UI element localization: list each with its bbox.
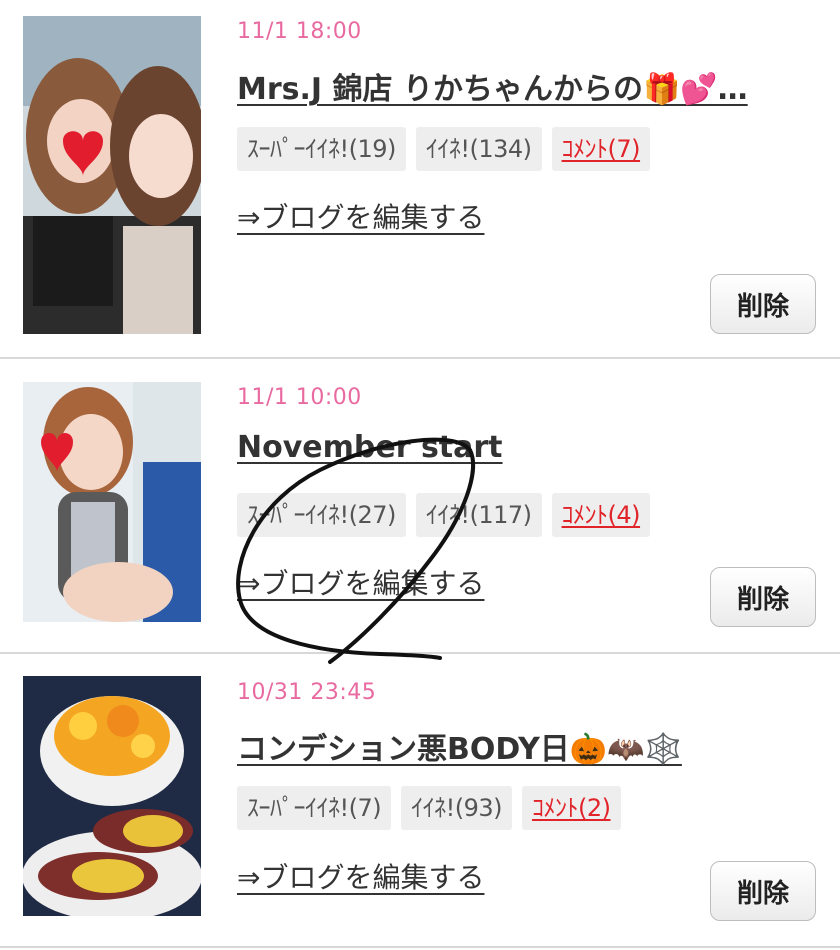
super-like-count: ｽｰﾊﾟｰｲｲﾈ!(7) [237,786,392,830]
comment-link[interactable]: ｺﾒﾝﾄ(7) [551,127,651,171]
post-title[interactable]: コンデション悪BODY日🎃🦇🕸️ [237,724,807,768]
delete-button[interactable]: 削除 [710,567,816,627]
post-title[interactable]: Mrs.J 錦店 りかちゃんからの🎁💕… [237,64,807,108]
post-date: 11/1 18:00 [237,19,362,44]
comment-link[interactable]: ｺﾒﾝﾄ(2) [522,786,621,830]
like-count: ｲｲﾈ!(117) [415,493,542,537]
post-thumbnail[interactable] [23,382,201,622]
edit-blog-link[interactable]: ⇒ブログを編集する [237,856,484,896]
blog-entry: 11/1 10:00 November start ｽｰﾊﾟｰｲｲﾈ!(27) … [0,359,840,654]
edit-blog-link[interactable]: ⇒ブログを編集する [237,562,484,602]
blog-entry: 10/31 23:45 コンデション悪BODY日🎃🦇🕸️ ｽｰﾊﾟｰｲｲﾈ!(7… [0,654,840,948]
super-like-count: ｽｰﾊﾟｰｲｲﾈ!(27) [237,493,406,537]
delete-button[interactable]: 削除 [710,861,816,921]
like-count: ｲｲﾈ!(134) [415,127,542,171]
post-date: 10/31 23:45 [237,680,377,705]
reaction-tags: ｽｰﾊﾟｰｲｲﾈ!(27) ｲｲﾈ!(117) ｺﾒﾝﾄ(4) [237,493,651,537]
post-thumbnail[interactable] [23,676,201,916]
like-count: ｲｲﾈ!(93) [401,786,513,830]
post-title[interactable]: November start [237,430,807,465]
comment-link[interactable]: ｺﾒﾝﾄ(4) [551,493,651,537]
reaction-tags: ｽｰﾊﾟｰｲｲﾈ!(7) ｲｲﾈ!(93) ｺﾒﾝﾄ(2) [237,786,621,830]
delete-button[interactable]: 削除 [710,274,816,334]
post-date: 11/1 10:00 [237,385,362,410]
post-thumbnail[interactable] [23,16,201,334]
super-like-count: ｽｰﾊﾟｰｲｲﾈ!(19) [237,127,406,171]
reaction-tags: ｽｰﾊﾟｰｲｲﾈ!(19) ｲｲﾈ!(134) ｺﾒﾝﾄ(7) [237,127,651,171]
edit-blog-link[interactable]: ⇒ブログを編集する [237,196,484,236]
blog-entry: 11/1 18:00 Mrs.J 錦店 りかちゃんからの🎁💕… ｽｰﾊﾟｰｲｲﾈ… [0,0,840,359]
